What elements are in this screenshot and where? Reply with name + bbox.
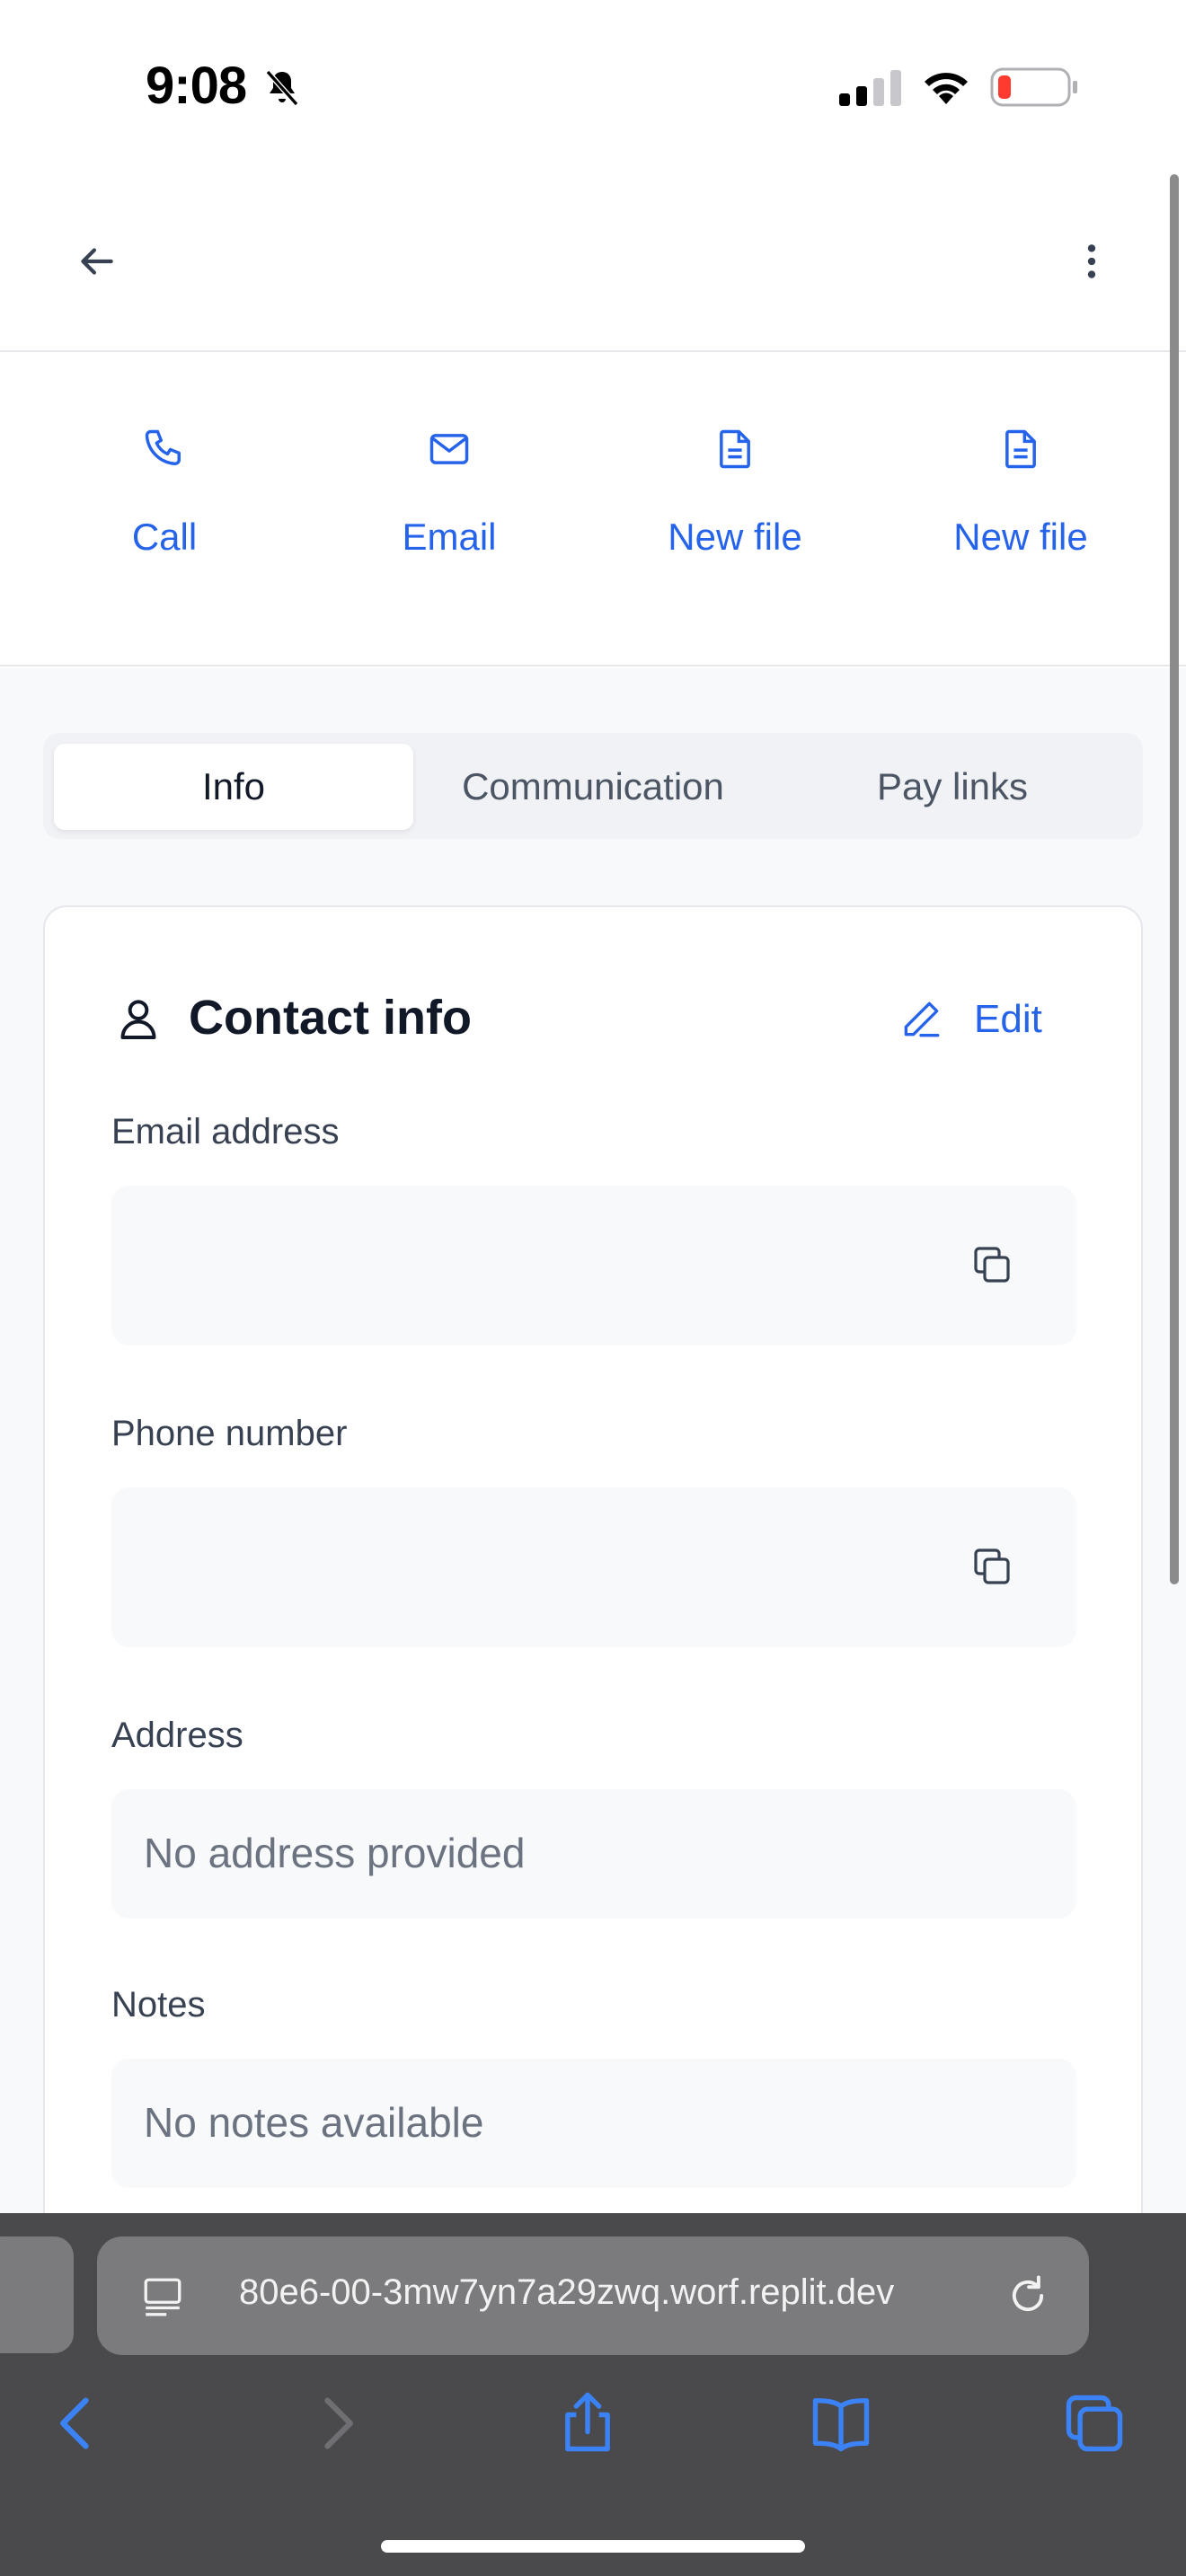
copy-icon[interactable] bbox=[970, 1545, 1013, 1588]
battery-icon bbox=[990, 67, 1077, 107]
file-icon bbox=[1005, 429, 1036, 469]
home-indicator bbox=[381, 2540, 805, 2553]
browser-toolbar: 80e6-00-3mw7yn7a29zwq.worf.replit.dev bbox=[0, 2213, 1186, 2576]
notes-value: No notes available bbox=[144, 2099, 484, 2146]
wifi-icon bbox=[925, 73, 968, 104]
address-value: No address provided bbox=[144, 1830, 526, 1876]
tab-bar: Info Communication Pay links bbox=[43, 733, 1143, 839]
main-content: Info Communication Pay links Contact inf… bbox=[0, 668, 1186, 2253]
card-title: Contact info bbox=[189, 991, 472, 1045]
call-button[interactable]: Call bbox=[30, 426, 299, 559]
user-icon bbox=[120, 1000, 156, 1039]
scrollbar[interactable] bbox=[1170, 174, 1179, 1584]
address-bar[interactable]: 80e6-00-3mw7yn7a29zwq.worf.replit.dev bbox=[97, 2236, 1089, 2355]
edit-label: Edit bbox=[974, 997, 1042, 1041]
email-label: Email bbox=[402, 516, 497, 558]
bell-slash-icon bbox=[265, 70, 299, 106]
copy-icon[interactable] bbox=[970, 1243, 1013, 1286]
address-label: Address bbox=[111, 1716, 243, 1755]
url-text: 80e6-00-3mw7yn7a29zwq.worf.replit.dev bbox=[239, 2272, 895, 2312]
new-file-button[interactable]: New file bbox=[600, 426, 870, 559]
status-time: 9:08 bbox=[146, 57, 247, 115]
page-menu-icon[interactable] bbox=[140, 2274, 185, 2319]
edit-button[interactable]: Edit bbox=[898, 993, 1078, 1047]
page-header bbox=[0, 171, 1186, 352]
email-label: Email address bbox=[111, 1112, 340, 1151]
address-field: No address provided bbox=[111, 1789, 1076, 1919]
status-bar: 9:08 bbox=[0, 0, 1186, 171]
file-icon bbox=[720, 429, 750, 469]
quick-actions: Call Email New file New file bbox=[0, 354, 1186, 666]
new-file-button-2[interactable]: New file bbox=[886, 426, 1155, 559]
new-file-label-2: New file bbox=[953, 516, 1088, 558]
notes-field: No notes available bbox=[111, 2059, 1076, 2188]
tab-info[interactable]: Info bbox=[54, 744, 413, 830]
tab-communication[interactable]: Communication bbox=[413, 744, 773, 830]
contact-info-card: Contact info Edit Email address Phone nu… bbox=[43, 905, 1143, 2253]
reload-icon[interactable] bbox=[1005, 2272, 1051, 2319]
email-button[interactable]: Email bbox=[314, 426, 584, 559]
share-icon[interactable] bbox=[553, 2389, 622, 2457]
more-vertical-icon[interactable] bbox=[1069, 239, 1114, 284]
notes-label: Notes bbox=[111, 1985, 206, 2025]
call-label: Call bbox=[131, 516, 198, 558]
phone-icon bbox=[145, 429, 181, 465]
mail-icon bbox=[429, 434, 469, 464]
cellular-signal-icon bbox=[839, 70, 901, 106]
pencil-icon bbox=[904, 1001, 940, 1037]
phone-field bbox=[111, 1487, 1076, 1647]
phone-label: Phone number bbox=[111, 1414, 348, 1453]
browser-back-icon[interactable] bbox=[43, 2389, 111, 2457]
email-field bbox=[111, 1186, 1076, 1345]
bookmarks-icon[interactable] bbox=[807, 2389, 875, 2457]
tab-pay-links[interactable]: Pay links bbox=[773, 744, 1132, 830]
browser-forward-icon[interactable] bbox=[302, 2389, 370, 2457]
previous-tab-pill[interactable] bbox=[0, 2236, 74, 2353]
tabs-icon[interactable] bbox=[1060, 2389, 1128, 2457]
new-file-label: New file bbox=[668, 516, 802, 558]
back-arrow-icon[interactable] bbox=[74, 239, 119, 284]
